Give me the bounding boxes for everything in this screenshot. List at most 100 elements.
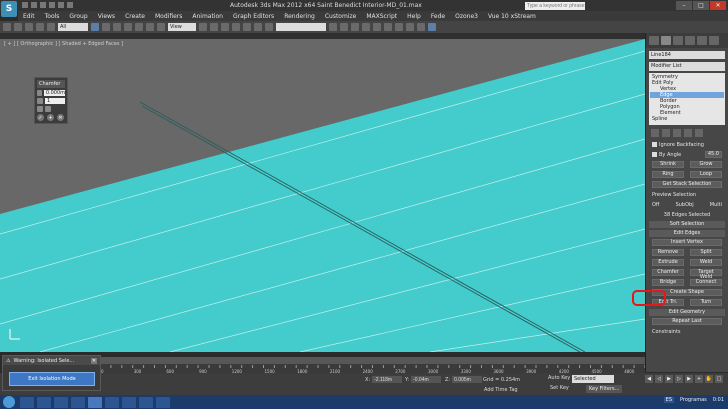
time-slider[interactable] [100,357,645,364]
camtasia-taskbar-icon[interactable] [156,396,170,408]
snaps-toggle-icon[interactable] [232,23,240,31]
pin-stack-icon[interactable] [651,129,659,137]
maximize-viewport-icon[interactable]: □ [715,375,723,383]
select-manipulate-icon[interactable] [210,23,218,31]
new-file-icon[interactable] [22,2,28,8]
go-to-end-icon[interactable]: ▶ [685,375,693,383]
language-indicator[interactable]: ES [663,397,674,403]
weld-button[interactable]: Weld [690,259,722,266]
split-button[interactable]: Split [690,249,722,256]
modifier-list-dropdown[interactable]: Modifier List [649,62,725,71]
set-key-button[interactable]: Set Key [550,385,569,391]
layer-manager-icon[interactable] [351,23,359,31]
selection-filter-dropdown[interactable]: All [58,23,88,31]
previous-frame-icon[interactable]: ◁ [655,375,663,383]
save-file-icon[interactable] [40,2,46,8]
by-angle-field[interactable]: 45.0 [704,151,722,158]
render-setup-icon[interactable] [406,23,414,31]
explorer-taskbar-icon[interactable] [20,396,34,408]
repeat-last-button[interactable]: Repeat Last [652,318,722,325]
select-move-icon[interactable] [135,23,143,31]
menu-ozone3[interactable]: Ozone3 [450,13,483,20]
menu-group[interactable]: Group [64,13,92,20]
auto-key-button[interactable]: Auto Key [548,375,570,381]
y-coordinate-field[interactable] [411,376,442,383]
help-search-input[interactable] [525,2,585,10]
preview-multi-radio[interactable]: Multi [710,202,722,208]
turn-button[interactable]: Turn [690,299,722,306]
firefox-taskbar-icon[interactable] [71,396,85,408]
menu-animation[interactable]: Animation [187,13,228,20]
target-weld-button[interactable]: Target Weld [690,269,722,280]
add-time-tag[interactable]: Add Time Tag [484,387,518,393]
select-scale-icon[interactable] [157,23,165,31]
percent-snap-icon[interactable] [254,23,262,31]
viewport-orthographic[interactable]: [ + ] [ Orthographic ] [ Shaded + Edged … [0,39,645,352]
soft-selection-rollout[interactable]: Soft Selection [649,221,725,228]
pan-icon[interactable]: ✋ [705,375,713,383]
hold-icon[interactable] [67,2,73,8]
pivot-center-icon[interactable] [199,23,207,31]
select-object-icon[interactable] [91,23,99,31]
key-filters-button[interactable]: Key Filters... [586,385,623,393]
app-logo-icon[interactable]: S [1,1,17,17]
open-file-icon[interactable] [31,2,37,8]
go-to-start-icon[interactable]: ◀ [645,375,653,383]
ring-button[interactable]: Ring [652,171,684,178]
align-icon[interactable] [340,23,348,31]
render-production-icon[interactable] [428,23,436,31]
menu-fede[interactable]: Fede [426,13,450,20]
material-editor-icon[interactable] [395,23,403,31]
warning-close-icon[interactable]: ✕ [91,357,97,364]
menu-create[interactable]: Create [120,13,150,20]
ignore-backfacing-checkbox[interactable]: Ignore Backfacing [652,141,704,148]
exit-isolation-mode-button[interactable]: Exit Isolation Mode [9,372,95,386]
maximize-icon[interactable]: □ [693,1,709,10]
utilities-tab-icon[interactable] [709,36,719,45]
show-end-result-icon[interactable] [662,129,670,137]
cancel-icon[interactable]: ✕ [57,114,64,121]
open-chamfer-check-icon[interactable] [45,106,51,112]
redo-icon[interactable] [58,2,64,8]
edit-geometry-rollout[interactable]: Edit Geometry [649,309,725,316]
start-button-icon[interactable] [3,396,15,408]
menu-graph-editors[interactable]: Graph Editors [228,13,279,20]
edit-edges-rollout[interactable]: Edit Edges [649,230,725,237]
display-tab-icon[interactable] [697,36,707,45]
folder-taskbar-icon[interactable] [122,396,136,408]
chamfer-button[interactable]: Chamfer [652,269,684,276]
menu-tools[interactable]: Tools [40,13,65,20]
select-by-name-icon[interactable] [102,23,110,31]
by-angle-checkbox[interactable]: By Angle [652,151,681,158]
undo-tool-icon[interactable] [3,23,11,31]
grow-button[interactable]: Grow [690,161,722,168]
remove-button[interactable]: Remove [652,249,684,256]
window-crossing-icon[interactable] [124,23,132,31]
redo-tool-icon[interactable] [14,23,22,31]
zoom-icon[interactable]: + [695,375,703,383]
schematic-view-icon[interactable] [384,23,392,31]
ok-icon[interactable]: ✓ [37,114,44,121]
named-selection-sets-dropdown[interactable] [276,23,326,31]
graphite-toggle-icon[interactable] [362,23,370,31]
close-icon[interactable]: ✕ [710,1,726,10]
media-player-taskbar-icon[interactable] [37,396,51,408]
preview-off-radio[interactable]: Off [652,202,659,208]
chrome-taskbar-icon[interactable] [54,396,68,408]
viewport-label[interactable]: [ + ] [ Orthographic ] [ Shaded + Edged … [4,41,123,47]
menu-vue-xstream[interactable]: Vue 10 xStream [483,13,541,20]
viewport-canvas[interactable] [0,39,645,352]
remove-modifier-icon[interactable] [684,129,692,137]
3dsmax-taskbar-icon[interactable] [88,396,102,408]
apply-icon[interactable]: + [47,114,54,121]
select-rotate-icon[interactable] [146,23,154,31]
loop-button[interactable]: Loop [690,171,722,178]
track-bar-ruler[interactable]: 0 300 600 900 1200 1500 1800 2100 2400 2700 3000 33… [100,365,645,373]
spinner-snap-icon[interactable] [265,23,273,31]
z-coordinate-field[interactable] [452,376,483,383]
modify-tab-icon[interactable] [661,36,671,45]
mirror-icon[interactable] [329,23,337,31]
preview-subobj-radio[interactable]: SubObj [676,202,694,208]
menu-customize[interactable]: Customize [320,13,362,20]
menu-modifiers[interactable]: Modifiers [150,13,187,20]
